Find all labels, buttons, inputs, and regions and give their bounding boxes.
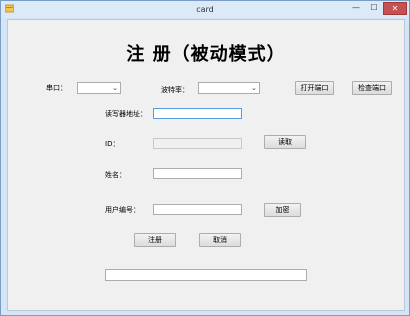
status-field[interactable] [105, 269, 307, 281]
reader-address-label: 读写器地址： [105, 110, 147, 118]
register-button[interactable]: 注册 [134, 233, 176, 247]
chevron-down-icon: ⌄ [112, 84, 118, 92]
check-port-button[interactable]: 检查端口 [352, 81, 392, 95]
baud-label: 波特率： [161, 86, 189, 94]
name-input[interactable] [153, 168, 242, 179]
baud-select[interactable]: ⌄ [198, 82, 260, 94]
user-number-input[interactable] [153, 204, 242, 215]
reader-address-input[interactable] [153, 108, 242, 119]
maximize-button[interactable]: ☐ [365, 2, 383, 15]
page-title: 注 册（被动模式） [126, 44, 286, 65]
open-port-button[interactable]: 打开端口 [295, 81, 334, 95]
read-button[interactable]: 读取 [264, 135, 306, 149]
port-select[interactable]: ⌄ [77, 82, 121, 94]
id-label: ID： [105, 140, 120, 148]
app-window: card — ☐ ✕ 注 册（被动模式） 串口： ⌄ 波特率： ⌄ 打开端口 检… [0, 0, 410, 316]
close-button[interactable]: ✕ [383, 2, 407, 15]
form-area: 注 册（被动模式） 串口： ⌄ 波特率： ⌄ 打开端口 检查端口 读写器地址： … [7, 19, 405, 311]
minimize-button[interactable]: — [347, 2, 365, 15]
title-bar[interactable]: card — ☐ ✕ [1, 1, 409, 18]
chevron-down-icon: ⌄ [251, 84, 257, 92]
cancel-button[interactable]: 取消 [199, 233, 241, 247]
id-input[interactable] [153, 138, 242, 149]
port-label: 串口： [46, 84, 67, 92]
name-label: 姓名： [105, 171, 126, 179]
encrypt-button[interactable]: 加密 [264, 203, 301, 217]
user-number-label: 用户编号： [105, 206, 140, 214]
